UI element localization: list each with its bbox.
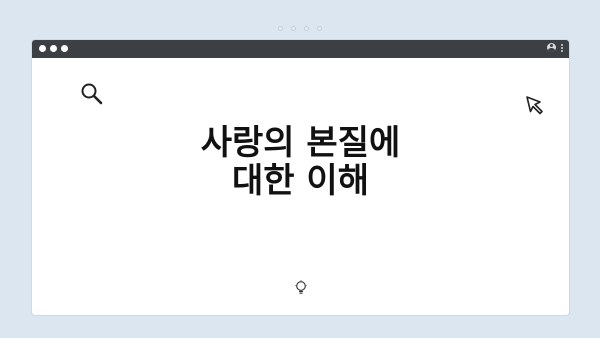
page-indicator [0, 26, 600, 31]
kebab-menu-icon[interactable] [561, 43, 563, 52]
window-control-dot[interactable] [39, 45, 46, 52]
cursor-arrow-icon [526, 96, 543, 115]
window-controls [39, 45, 68, 52]
window-control-dot[interactable] [61, 45, 68, 52]
page-dot [317, 26, 322, 31]
account-icon[interactable] [547, 43, 556, 52]
page-dot [291, 26, 296, 31]
search-icon [81, 83, 103, 105]
page-dot [278, 26, 283, 31]
browser-window: 사랑의 본질에 대한 이해 [32, 40, 569, 315]
heading-line-2: 대한 이해 [232, 161, 369, 201]
window-control-dot[interactable] [50, 45, 57, 52]
page-heading: 사랑의 본질에 대한 이해 [32, 124, 569, 200]
heading-line-1: 사랑의 본질에 [200, 123, 401, 163]
page-dot [304, 26, 309, 31]
lightbulb-icon [295, 280, 307, 294]
titlebar-actions [547, 43, 563, 52]
title-bar [32, 40, 569, 58]
